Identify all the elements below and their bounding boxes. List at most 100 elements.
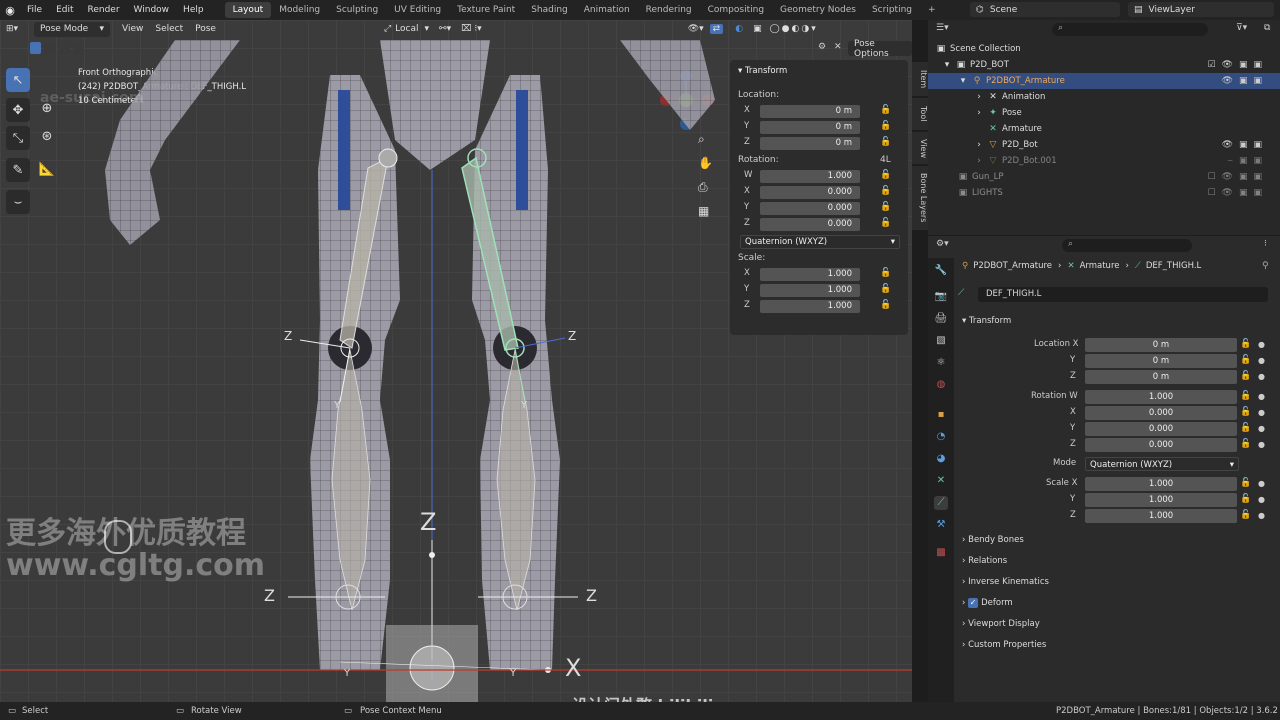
keyframe-dot-icon[interactable]: ●	[1258, 356, 1265, 365]
lock-icon[interactable]: 🔓	[880, 105, 891, 115]
texture-tab-icon[interactable]: ▩	[934, 546, 948, 560]
outliner-row-armature-object[interactable]: ▾ ⚲ P2DBOT_Armature 👁▣▣	[928, 73, 1280, 89]
lock-icon[interactable]: 🔓	[1240, 407, 1251, 417]
rotation-y-field[interactable]: 0.000	[760, 202, 860, 215]
lock-icon[interactable]: 🔓	[880, 268, 891, 278]
world-tab-icon[interactable]: ◍	[934, 378, 948, 392]
menu-edit[interactable]: Edit	[49, 5, 80, 15]
tool-tab-icon[interactable]: 🔧	[934, 264, 948, 278]
pin-icon[interactable]: ⁝	[1264, 239, 1267, 249]
outliner-row-scene-collection[interactable]: ▣ Scene Collection	[928, 41, 1280, 57]
prop-rotation-x[interactable]: 0.000	[1085, 406, 1237, 420]
keyframe-dot-icon[interactable]: ●	[1258, 340, 1265, 349]
tab-tool[interactable]: Tool	[912, 98, 928, 130]
tab-texture-paint[interactable]: Texture Paint	[449, 2, 523, 18]
object-data-tab-icon[interactable]: ✕	[934, 474, 948, 488]
outliner-row-p2d-bot-001[interactable]: › ▽ P2D_Bot.001 ⌣▣▣	[928, 153, 1280, 169]
prop-rotation-z[interactable]: 0.000	[1085, 438, 1237, 452]
visibility-toggles[interactable]: 👁▣▣	[1222, 76, 1268, 86]
lock-icon[interactable]: 🔓	[880, 170, 891, 180]
new-collection-icon[interactable]: ⧉	[1264, 23, 1270, 33]
output-tab-icon[interactable]: 🖨	[934, 312, 948, 326]
lock-icon[interactable]: 🔓	[1240, 339, 1251, 349]
keyframe-dot-icon[interactable]: ●	[1258, 479, 1265, 488]
lock-icon[interactable]: 🔓	[1240, 423, 1251, 433]
rotation-x-field[interactable]: 0.000	[760, 186, 860, 199]
object-tab-icon[interactable]: ▪	[934, 408, 948, 422]
outliner-search-input[interactable]: ⌕	[1052, 23, 1208, 36]
tab-layout[interactable]: Layout	[224, 2, 272, 18]
filter-icon[interactable]: ⊽▾	[1236, 23, 1247, 33]
location-z-field[interactable]: 0 m	[760, 137, 860, 150]
keyframe-dot-icon[interactable]: ●	[1258, 511, 1265, 520]
lock-icon[interactable]: 🔓	[880, 300, 891, 310]
tab-scripting[interactable]: Scripting	[864, 2, 920, 18]
prop-location-y[interactable]: 0 m	[1085, 354, 1237, 368]
section-bendy-bones[interactable]: › Bendy Bones	[962, 535, 1024, 545]
outliner-row-animation[interactable]: › ✕ Animation	[928, 89, 1280, 105]
outliner-row-armature-data[interactable]: ✕ Armature	[928, 121, 1280, 137]
blender-logo-icon[interactable]: ◉	[0, 4, 20, 17]
scale-z-field[interactable]: 1.000	[760, 300, 860, 313]
tab-shading[interactable]: Shading	[523, 2, 576, 18]
prop-rotation-y[interactable]: 0.000	[1085, 422, 1237, 436]
keyframe-dot-icon[interactable]: ●	[1258, 408, 1265, 417]
npanel-section-header[interactable]: ▾ Transform	[738, 66, 787, 76]
prop-rotation-mode-dropdown[interactable]: Quaternion (WXYZ) ▾	[1085, 457, 1239, 471]
keyframe-dot-icon[interactable]: ●	[1258, 424, 1265, 433]
tab-bone-layers[interactable]: Bone Layers	[912, 166, 928, 230]
visibility-toggles[interactable]: ☐👁▣▣	[1207, 188, 1268, 198]
outliner-editor-icon[interactable]: ☰▾	[936, 23, 949, 33]
scale-y-field[interactable]: 1.000	[760, 284, 860, 297]
lock-icon[interactable]: 🔓	[880, 186, 891, 196]
prop-scale-z[interactable]: 1.000	[1085, 509, 1237, 523]
transform-section-header[interactable]: ▾ Transform	[962, 316, 1011, 326]
prop-rotation-w[interactable]: 1.000	[1085, 390, 1237, 404]
section-relations[interactable]: › Relations	[962, 556, 1007, 566]
lock-icon[interactable]: 🔓	[880, 202, 891, 212]
scene-selector[interactable]: ⌬ Scene	[970, 2, 1120, 17]
lock-icon[interactable]: 🔓	[1240, 391, 1251, 401]
section-inverse-kinematics[interactable]: › Inverse Kinematics	[962, 577, 1049, 587]
deform-checkbox[interactable]: ✓	[968, 598, 979, 608]
lock-icon[interactable]: 🔓	[1240, 494, 1251, 504]
menu-help[interactable]: Help	[176, 5, 211, 15]
visibility-toggles[interactable]: ⌣▣▣	[1227, 156, 1268, 166]
section-viewport-display[interactable]: › Viewport Display	[962, 619, 1040, 629]
keyframe-dot-icon[interactable]: ●	[1258, 372, 1265, 381]
render-tab-icon[interactable]: 📷	[934, 290, 948, 304]
tab-compositing[interactable]: Compositing	[700, 2, 772, 18]
scene-tab-icon[interactable]: ⚛	[934, 356, 948, 370]
prop-scale-y[interactable]: 1.000	[1085, 493, 1237, 507]
view-layer-tab-icon[interactable]: ▧	[934, 334, 948, 348]
section-custom-properties[interactable]: › Custom Properties	[962, 640, 1046, 650]
lock-icon[interactable]: 🔓	[880, 121, 891, 131]
keyframe-dot-icon[interactable]: ●	[1258, 440, 1265, 449]
lock-icon[interactable]: 🔓	[1240, 439, 1251, 449]
menu-window[interactable]: Window	[127, 5, 177, 15]
outliner-row-pose[interactable]: › ✦ Pose	[928, 105, 1280, 121]
breadcrumb-object[interactable]: P2DBOT_Armature	[973, 261, 1052, 271]
lock-icon[interactable]: 🔓	[880, 218, 891, 228]
prop-location-x[interactable]: 0 m	[1085, 338, 1237, 352]
prop-scale-x[interactable]: 1.000	[1085, 477, 1237, 491]
menu-render[interactable]: Render	[81, 5, 127, 15]
tab-item[interactable]: Item	[912, 62, 928, 96]
prop-location-z[interactable]: 0 m	[1085, 370, 1237, 384]
physics-tab-icon[interactable]: ◕	[934, 452, 948, 466]
tab-modeling[interactable]: Modeling	[271, 2, 328, 18]
properties-search-input[interactable]: ⌕	[1062, 239, 1192, 252]
keyframe-dot-icon[interactable]: ●	[1258, 392, 1265, 401]
tab-uv-editing[interactable]: UV Editing	[386, 2, 449, 18]
bone-tab-icon[interactable]: ⟋	[934, 496, 948, 510]
bone-constraint-tab-icon[interactable]: ⚒	[934, 518, 948, 532]
3d-viewport[interactable]: ⊞▾ Pose Mode ▾ View Select Pose ⤢ Local ▾…	[0, 20, 912, 702]
outliner-row-p2d-bot[interactable]: ▾ ▣ P2D_BOT ☑👁▣▣	[928, 57, 1280, 73]
lock-icon[interactable]: 🔓	[1240, 355, 1251, 365]
pin-icon[interactable]: ⚲	[1262, 261, 1269, 271]
outliner-row-gun-lp[interactable]: ▣ Gun_LP ☐👁▣▣	[928, 169, 1280, 185]
keyframe-dot-icon[interactable]: ●	[1258, 495, 1265, 504]
location-x-field[interactable]: 0 m	[760, 105, 860, 118]
outliner-row-lights[interactable]: ▣ LIGHTS ☐👁▣▣	[928, 185, 1280, 201]
breadcrumb-data[interactable]: Armature	[1080, 261, 1120, 271]
